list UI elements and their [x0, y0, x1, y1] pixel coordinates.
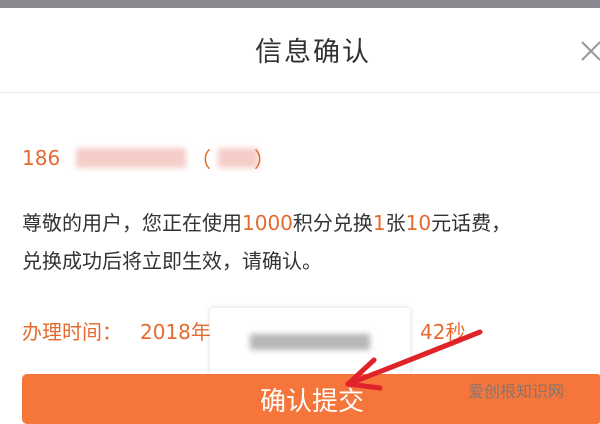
time-seconds: 42秒 [420, 320, 466, 344]
close-button[interactable] [576, 36, 600, 66]
paren-open: （ [190, 148, 211, 172]
message-part1: 尊敬的用户，您正在使用 [22, 211, 242, 235]
user-name-blurred [218, 148, 258, 168]
points-value: 1000 [242, 211, 293, 235]
paren-close: ） [254, 148, 275, 172]
message-part2: 积分兑换 [292, 211, 373, 235]
dialog-header: 信息确认 [0, 8, 600, 93]
confirm-message: 尊敬的用户，您正在使用1000积分兑换1张10元话费， 兑换成功后将立即生效，请… [22, 204, 582, 280]
watermark: 爱创根知识网 [468, 382, 565, 401]
redacted-text [250, 334, 370, 350]
info-confirm-dialog: 信息确认 186 （ ） 尊敬的用户，您正在使用1000积分兑换1张10元话费，… [0, 8, 600, 424]
message-part4: 元话费， [431, 211, 512, 235]
time-label: 办理时间： [22, 320, 122, 344]
phone-prefix: 186 [22, 146, 61, 170]
redaction-overlay [210, 308, 410, 376]
phone-digits-blurred [76, 148, 186, 168]
dialog-title: 信息确认 [255, 37, 371, 68]
window-top-band [0, 0, 600, 8]
message-line2: 兑换成功后将立即生效，请确认。 [22, 249, 322, 273]
count-value: 1 [372, 211, 386, 235]
message-part3: 张 [385, 211, 406, 235]
time-year: 2018年 [140, 320, 211, 344]
amount-value: 10 [405, 211, 432, 235]
close-icon [581, 41, 600, 61]
process-time-row: 办理时间： 2018年 42秒 [22, 308, 582, 376]
